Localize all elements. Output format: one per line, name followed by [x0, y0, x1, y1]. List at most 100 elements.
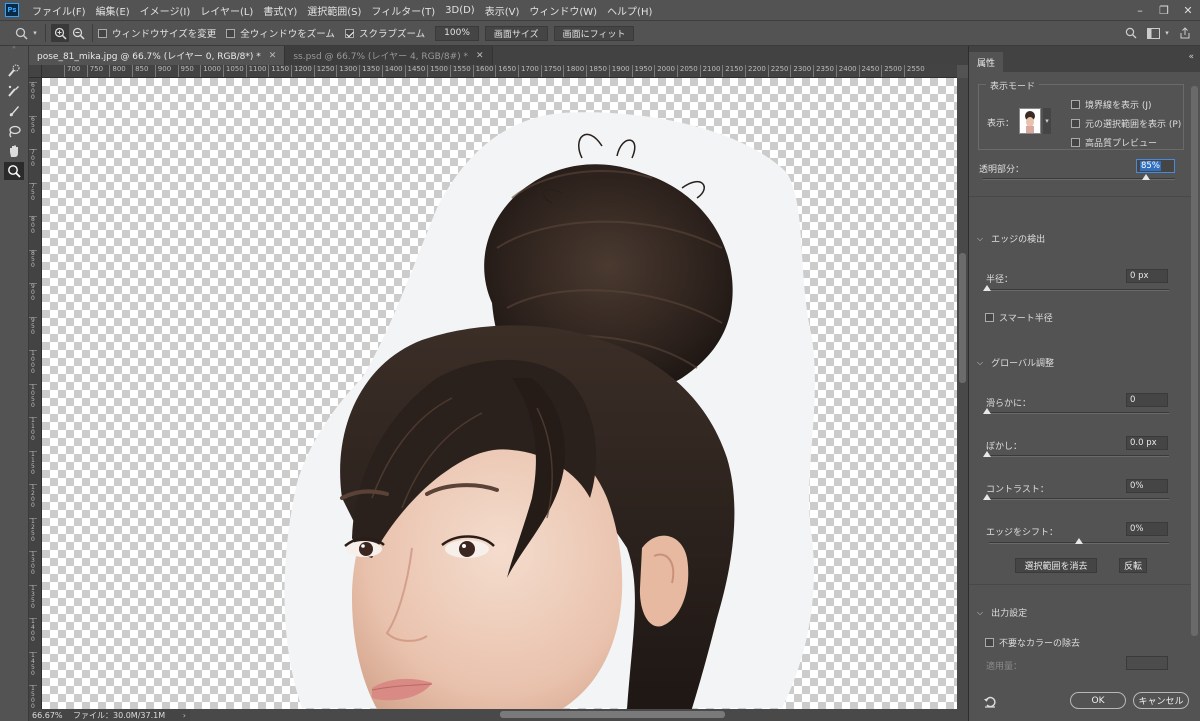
status-chevron-icon[interactable]: ›	[183, 711, 186, 720]
radius-slider[interactable]	[983, 285, 1169, 291]
decontaminate-option[interactable]: 不要なカラーの除去	[985, 636, 1080, 649]
menu-item-3d[interactable]: 3D(D)	[440, 5, 480, 16]
lasso-icon[interactable]	[4, 122, 24, 140]
smooth-slider-knob[interactable]	[983, 408, 991, 414]
view-mode-dropdown-icon[interactable]: ▾	[1043, 108, 1051, 134]
brush-icon[interactable]	[4, 102, 24, 120]
show-edge-option[interactable]: 境界線を表示 (J)	[1071, 98, 1152, 111]
scrubby-zoom-checkbox[interactable]	[344, 28, 354, 38]
ruler-tick-label: 1300	[29, 551, 37, 576]
minimize-icon[interactable]: –	[1128, 0, 1152, 20]
opacity-slider[interactable]	[983, 174, 1175, 180]
show-edge-checkbox[interactable]	[1071, 100, 1080, 109]
menu-item-select[interactable]: 選択範囲(S)	[302, 3, 366, 18]
menu-item-file[interactable]: ファイル(F)	[27, 3, 91, 18]
reset-icon[interactable]	[983, 695, 997, 709]
smooth-field[interactable]: 0	[1126, 393, 1168, 407]
cancel-button[interactable]: キャンセル	[1133, 692, 1189, 709]
radius-slider-knob[interactable]	[983, 285, 991, 291]
zoom-in-icon[interactable]	[51, 24, 69, 42]
decontaminate-checkbox[interactable]	[985, 638, 994, 647]
shift-edge-slider[interactable]	[989, 538, 1169, 544]
resize-windows-checkbox[interactable]	[98, 28, 107, 38]
feather-field[interactable]: 0.0 px	[1126, 436, 1168, 450]
zoom-all-checkbox[interactable]	[226, 28, 236, 38]
vertical-ruler[interactable]: 600 650 700 750 800 850 900 950 1000 1050 1100 1150…	[29, 78, 42, 709]
high-quality-option[interactable]: 高品質プレビュー	[1071, 136, 1157, 149]
global-adjust-header[interactable]: ⌵ グローバル調整	[977, 356, 1054, 370]
show-original-checkbox[interactable]	[1071, 119, 1080, 128]
smart-radius-label: スマート半径	[999, 314, 1053, 324]
close-icon[interactable]: ✕	[1176, 0, 1200, 20]
radius-field[interactable]: 0 px	[1126, 269, 1168, 283]
search-icon[interactable]	[1122, 24, 1140, 42]
restore-icon[interactable]: ❐	[1152, 0, 1176, 20]
zoom-all-option[interactable]: 全ウィンドウをズーム	[226, 26, 335, 40]
show-original-option[interactable]: 元の選択範囲を表示 (P)	[1071, 117, 1181, 130]
doc-tab-pose[interactable]: pose_81_mika.jpg @ 66.7% (レイヤー 0, RGB/8*…	[29, 46, 286, 65]
contrast-field[interactable]: 0%	[1126, 479, 1168, 493]
horizontal-scrollbar[interactable]	[190, 709, 968, 721]
contrast-slider[interactable]	[983, 494, 1169, 500]
scroll-thumb[interactable]	[959, 253, 966, 383]
vertical-scrollbar[interactable]	[957, 78, 968, 709]
tab-properties[interactable]: 属性	[969, 52, 1004, 72]
view-mode-thumbnail[interactable]	[1019, 108, 1041, 134]
doc-tab-ss[interactable]: ss.psd @ 66.7% (レイヤー 4, RGB/8#) * ✕	[285, 46, 493, 65]
ruler-origin[interactable]	[29, 65, 42, 78]
smart-radius-option[interactable]: スマート半径	[985, 311, 1053, 324]
opacity-field[interactable]: 85%	[1136, 159, 1175, 173]
zoom-out-icon[interactable]	[69, 24, 87, 42]
collapse-icon[interactable]: «	[1188, 52, 1194, 62]
shift-edge-field[interactable]: 0%	[1126, 522, 1168, 536]
share-icon[interactable]	[1176, 24, 1194, 42]
hand-icon[interactable]	[4, 142, 24, 160]
refine-edge-brush-icon[interactable]	[4, 82, 24, 100]
photoshop-logo-icon[interactable]: Ps	[5, 3, 19, 17]
workspace-icon[interactable]	[1144, 24, 1162, 42]
menu-item-window[interactable]: ウィンドウ(W)	[524, 3, 602, 18]
doc-tab-label: ss.psd @ 66.7% (レイヤー 4, RGB/8#) *	[293, 52, 468, 62]
ok-button[interactable]: OK	[1070, 692, 1126, 709]
horizontal-ruler[interactable]: 700 750 800 850 900 950 1000 1050 1100 1150 1200 12…	[42, 65, 957, 78]
contrast-slider-knob[interactable]	[983, 494, 991, 500]
high-quality-checkbox[interactable]	[1071, 138, 1080, 147]
smooth-slider[interactable]	[983, 408, 1169, 414]
zoom-icon[interactable]	[4, 162, 24, 180]
menu-item-view[interactable]: 表示(V)	[480, 3, 525, 18]
zoom-icon[interactable]	[12, 24, 30, 42]
opacity-slider-knob[interactable]	[1142, 174, 1151, 180]
invert-button[interactable]: 反転	[1119, 558, 1147, 573]
shift-edge-slider-knob[interactable]	[1075, 538, 1083, 544]
menu-item-image[interactable]: イメージ(I)	[135, 3, 196, 18]
divider	[969, 584, 1191, 585]
quick-selection-icon[interactable]	[4, 62, 24, 80]
ruler-tick-label: 1450	[404, 65, 425, 77]
feather-slider-knob[interactable]	[983, 451, 991, 457]
menu-item-type[interactable]: 書式(Y)	[258, 3, 302, 18]
document-canvas[interactable]	[42, 78, 957, 709]
close-icon[interactable]: ✕	[476, 51, 484, 61]
ruler-tick-label: 1450	[29, 651, 37, 677]
tool-preset-chevron-icon[interactable]: ▾	[30, 24, 40, 42]
zoom-100-button[interactable]: 100%	[435, 25, 479, 41]
scroll-thumb[interactable]	[1191, 86, 1198, 636]
edge-detection-header[interactable]: ⌵ エッジの検出	[977, 232, 1045, 246]
menu-item-layer[interactable]: レイヤー(L)	[195, 3, 258, 18]
scrubby-zoom-option[interactable]: スクラブズーム	[344, 26, 425, 40]
smart-radius-checkbox[interactable]	[985, 313, 994, 322]
menu-item-filter[interactable]: フィルター(T)	[366, 3, 440, 18]
scroll-thumb[interactable]	[500, 711, 725, 718]
feather-slider[interactable]	[983, 451, 1169, 457]
fill-screen-button[interactable]: 画面にフィット	[553, 25, 635, 41]
menu-item-help[interactable]: ヘルプ(H)	[602, 3, 657, 18]
clear-selection-button[interactable]: 選択範囲を消去	[1015, 558, 1097, 573]
workspace-chevron-icon[interactable]: ▾	[1162, 24, 1172, 42]
menu-item-edit[interactable]: 編集(E)	[91, 3, 135, 18]
zoom-level[interactable]: 66.67%	[29, 711, 73, 720]
panel-scrollbar[interactable]	[1191, 86, 1198, 716]
resize-windows-option[interactable]: ウィンドウサイズを変更	[98, 26, 216, 40]
close-icon[interactable]: ✕	[269, 51, 277, 61]
output-settings-header[interactable]: ⌵ 出力設定	[977, 606, 1027, 620]
fit-screen-button[interactable]: 画面サイズ	[484, 25, 548, 41]
